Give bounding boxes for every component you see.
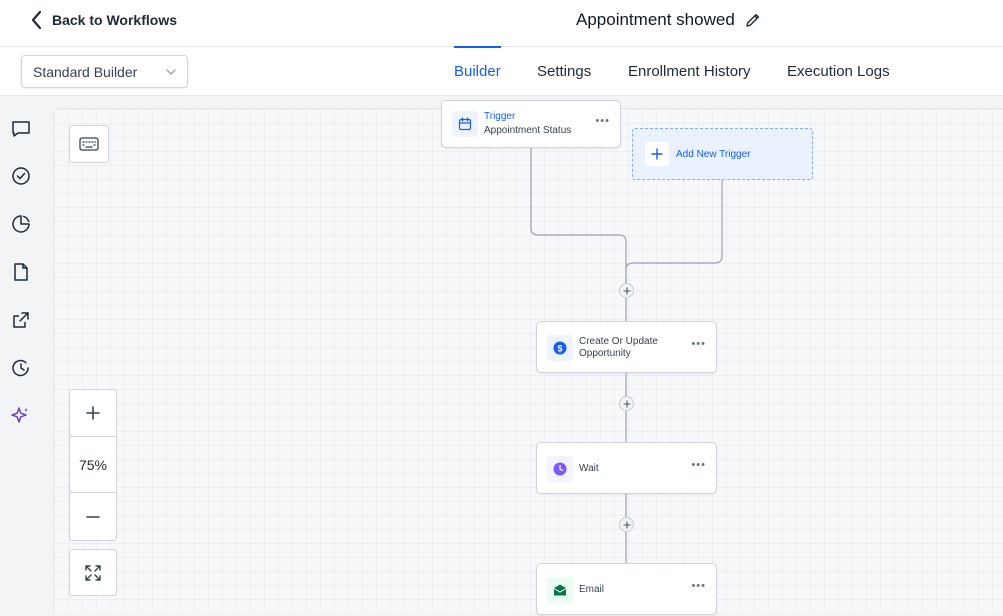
add-step-button[interactable] bbox=[619, 517, 634, 532]
add-step-button[interactable] bbox=[619, 283, 634, 298]
zoom-level: 75% bbox=[70, 437, 116, 493]
active-tab-indicator bbox=[454, 46, 501, 48]
step-label-line1: Create Or Update bbox=[579, 336, 658, 347]
step-create-update-opportunity[interactable]: $ Create Or Update Opportunity ••• bbox=[536, 321, 717, 373]
svg-text:$: $ bbox=[557, 343, 562, 353]
tab-enrollment-history[interactable]: Enrollment History bbox=[628, 63, 751, 80]
pencil-icon[interactable] bbox=[745, 12, 761, 28]
plus-icon bbox=[623, 521, 630, 528]
builder-mode-value: Standard Builder bbox=[33, 63, 138, 80]
left-rail bbox=[0, 96, 42, 616]
trigger-subtitle: Appointment Status bbox=[484, 125, 572, 136]
external-link-icon[interactable] bbox=[10, 309, 32, 331]
tab-execution-logs[interactable]: Execution Logs bbox=[787, 63, 890, 80]
chat-icon[interactable] bbox=[10, 118, 32, 140]
step-wait[interactable]: Wait ••• bbox=[536, 442, 717, 494]
trigger-node[interactable]: Trigger Appointment Status ••• bbox=[441, 100, 621, 148]
keyboard-shortcuts-button[interactable] bbox=[69, 125, 109, 163]
fit-view-button[interactable] bbox=[69, 549, 117, 596]
builder-mode-select[interactable]: Standard Builder bbox=[21, 55, 188, 88]
more-options-icon[interactable]: ••• bbox=[691, 580, 706, 592]
top-bar: Back to Workflows Appointment showed bbox=[0, 0, 1003, 47]
sparkle-icon[interactable] bbox=[10, 405, 32, 427]
document-icon[interactable] bbox=[10, 261, 32, 283]
more-options-icon[interactable]: ••• bbox=[691, 459, 706, 471]
tab-settings[interactable]: Settings bbox=[537, 63, 591, 80]
keyboard-icon bbox=[79, 137, 99, 151]
expand-icon bbox=[85, 564, 101, 581]
canvas-left-gutter bbox=[42, 96, 53, 616]
more-options-icon[interactable]: ••• bbox=[595, 115, 610, 127]
add-trigger-label: Add New Trigger bbox=[676, 149, 751, 160]
clock-icon bbox=[547, 456, 573, 482]
step-email[interactable]: Email ••• bbox=[536, 563, 717, 615]
more-options-icon[interactable]: ••• bbox=[691, 338, 706, 350]
tab-builder[interactable]: Builder bbox=[454, 63, 501, 80]
trigger-label: Trigger bbox=[484, 111, 516, 122]
chevron-down-icon bbox=[166, 69, 176, 75]
back-label: Back to Workflows bbox=[52, 12, 177, 28]
add-new-trigger-button[interactable]: Add New Trigger bbox=[632, 128, 813, 180]
calendar-icon bbox=[452, 111, 478, 137]
plus-icon bbox=[623, 400, 630, 407]
plus-icon bbox=[645, 142, 669, 166]
dollar-icon: $ bbox=[547, 335, 573, 361]
step-label: Email bbox=[579, 584, 605, 595]
plus-icon bbox=[623, 287, 630, 294]
canvas-bottom-gutter bbox=[42, 612, 1003, 616]
add-step-button[interactable] bbox=[619, 396, 634, 411]
check-circle-icon[interactable] bbox=[10, 165, 32, 187]
workflow-title: Appointment showed bbox=[576, 10, 735, 29]
minus-icon bbox=[86, 516, 100, 518]
zoom-controls: 75% bbox=[69, 389, 117, 541]
pie-chart-icon[interactable] bbox=[10, 213, 32, 235]
step-label: Wait bbox=[579, 463, 599, 474]
zoom-in-button[interactable] bbox=[70, 390, 116, 437]
zoom-out-button[interactable] bbox=[70, 493, 116, 541]
chevron-left-icon bbox=[31, 10, 42, 30]
step-label-line2: Opportunity bbox=[579, 348, 631, 359]
back-to-workflows-link[interactable]: Back to Workflows bbox=[30, 10, 177, 30]
title-group: Appointment showed bbox=[576, 10, 761, 30]
history-icon[interactable] bbox=[10, 357, 32, 379]
plus-icon bbox=[86, 406, 100, 420]
envelope-icon bbox=[547, 577, 573, 603]
workflow-canvas[interactable] bbox=[53, 108, 1003, 612]
